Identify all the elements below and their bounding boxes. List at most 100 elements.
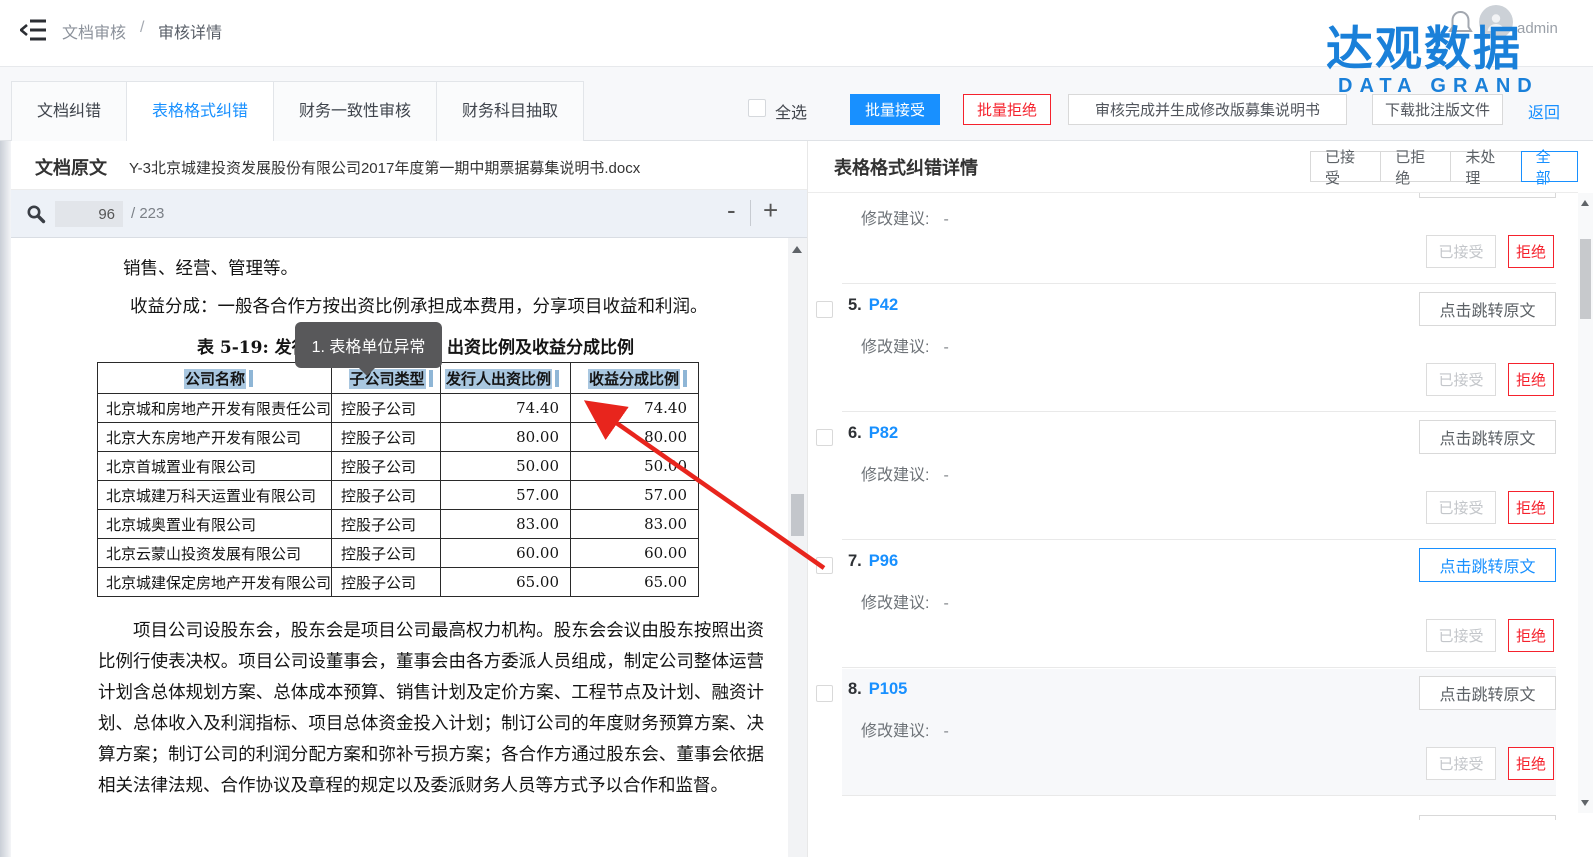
item-checkbox[interactable]	[816, 429, 833, 446]
detail-panel-header: 表格格式纠错详情 已接受 已拒绝 未处理 全部	[808, 141, 1578, 193]
document-panel-title: 文档原文	[35, 154, 107, 180]
table-row: 北京城建万科天运置业有限公司控股子公司 57.0057.00	[98, 481, 699, 510]
tab-finance-subject-extraction[interactable]: 财务科目抽取	[436, 81, 584, 141]
accepted-button[interactable]: 已接受	[1426, 491, 1496, 524]
batch-reject-button[interactable]: 批量拒绝	[963, 94, 1051, 125]
reject-button[interactable]: 拒绝	[1508, 747, 1554, 780]
filter-rejected[interactable]: 已拒绝	[1380, 151, 1451, 182]
datagrand-logo-en: DATA GRAND	[1338, 75, 1539, 98]
reject-button[interactable]: 拒绝	[1508, 491, 1554, 524]
table-row: 北京大东房地产开发有限公司控股子公司 80.0080.00	[98, 423, 699, 452]
item-checkbox[interactable]	[816, 557, 833, 574]
breadcrumb-current: 审核详情	[158, 19, 222, 43]
document-panel-header: 文档原文 Y-3北京城建投资发展股份有限公司2017年度第一期中期票据募集说明书…	[11, 141, 807, 190]
item-index: 8.	[848, 680, 862, 698]
item-title: 8. P105	[848, 680, 907, 699]
suggestion-row: 修改建议:-	[861, 333, 949, 357]
jump-to-source-button[interactable]: 点击跳转原文	[1419, 420, 1556, 454]
detail-panel-title: 表格格式纠错详情	[834, 154, 978, 180]
scrollbar-thumb[interactable]	[1580, 239, 1591, 319]
table-row: 北京城和房地产开发有限责任公司控股子公司 74.4074.40	[98, 394, 699, 423]
table-header-cell: 发行人出资比例	[445, 369, 552, 389]
suggestion-value: -	[943, 467, 948, 484]
table-header-cell: 公司名称	[184, 369, 246, 389]
back-link[interactable]: 返回	[1528, 99, 1560, 123]
next-item-button-edge	[1419, 815, 1556, 820]
suggestion-row: 修改建议:-	[861, 717, 949, 741]
document-scrollbar[interactable]	[788, 238, 807, 857]
item-index: 7.	[848, 552, 862, 570]
page-total-label: / 223	[131, 205, 164, 222]
document-filename: Y-3北京城建投资发展股份有限公司2017年度第一期中期票据募集说明书.docx	[129, 157, 640, 178]
datagrand-logo-cn: 达观数据	[1326, 10, 1522, 79]
suggestion-label: 修改建议:	[861, 467, 929, 484]
zoom-out-button[interactable]: -	[727, 195, 736, 226]
username-label: admin	[1517, 20, 1558, 37]
accepted-button[interactable]: 已接受	[1426, 363, 1496, 396]
annotation-caret	[683, 370, 687, 387]
list-item-partial: 点击跳转原文 修改建议:- 已接受 拒绝	[808, 193, 1579, 285]
breadcrumb-parent[interactable]: 文档审核	[62, 19, 126, 43]
document-panel: 文档原文 Y-3北京城建投资发展股份有限公司2017年度第一期中期票据募集说明书…	[11, 141, 807, 857]
annotation-caret	[429, 370, 433, 387]
suggestion-row: 修改建议:-	[861, 589, 949, 613]
item-checkbox[interactable]	[816, 301, 833, 318]
reject-button[interactable]: 拒绝	[1508, 235, 1554, 268]
jump-to-source-button[interactable]: 点击跳转原文	[1419, 292, 1556, 326]
magnifier-icon	[26, 204, 46, 229]
list-item: 6.P82 点击跳转原文 修改建议:- 已接受 拒绝	[808, 413, 1579, 541]
error-tooltip: 1. 表格单位异常	[295, 322, 442, 368]
suggestion-label: 修改建议:	[861, 339, 929, 356]
status-filter-group: 已接受 已拒绝 未处理 全部	[1311, 151, 1578, 182]
accepted-button[interactable]: 已接受	[1426, 619, 1496, 652]
scrollbar-thumb[interactable]	[791, 494, 804, 536]
scroll-down-arrow-icon[interactable]	[1581, 800, 1589, 806]
select-all-label: 全选	[775, 99, 807, 123]
item-page-link[interactable]: P42	[869, 296, 898, 314]
filter-unprocessed[interactable]: 未处理	[1450, 151, 1521, 182]
tab-finance-consistency[interactable]: 财务一致性审核	[273, 81, 437, 141]
select-all-checkbox[interactable]	[748, 99, 766, 117]
reject-button[interactable]: 拒绝	[1508, 363, 1554, 396]
item-title: 7. P96	[848, 552, 898, 571]
table-row: 北京城奥置业有限公司控股子公司 83.0083.00	[98, 510, 699, 539]
scroll-up-arrow-icon[interactable]	[1581, 200, 1589, 206]
breadcrumb-separator: /	[140, 19, 144, 37]
doc-text-line: 收益分成：一般各合作方按出资比例承担成本费用，分享项目收益和利润。	[130, 293, 708, 318]
filter-accepted[interactable]: 已接受	[1310, 151, 1381, 182]
jump-to-source-button-active[interactable]: 点击跳转原文	[1419, 548, 1556, 582]
jump-to-source-button[interactable]: 点击跳转原文	[1419, 676, 1556, 710]
suggestion-label: 修改建议:	[861, 595, 929, 612]
list-item-current: 7. P96 点击跳转原文 修改建议:- 已接受 拒绝	[808, 541, 1579, 669]
filter-all[interactable]: 全部	[1521, 151, 1578, 182]
item-page-link[interactable]: P105	[869, 680, 908, 698]
tab-table-format-correction[interactable]: 表格格式纠错	[126, 81, 274, 141]
jump-to-source-button[interactable]: 点击跳转原文	[1419, 193, 1556, 198]
finish-generate-button[interactable]: 审核完成并生成修改版募集说明书	[1068, 94, 1347, 125]
item-page-link[interactable]: P82	[869, 424, 898, 442]
suggestion-value: -	[943, 339, 948, 356]
accepted-button[interactable]: 已接受	[1426, 747, 1496, 780]
accepted-button[interactable]: 已接受	[1426, 235, 1496, 268]
page-number-input[interactable]	[55, 201, 123, 227]
suggestion-label: 修改建议:	[861, 723, 929, 740]
app-window: 文档审核 / 审核详情 admin 达观数据 DATA GRAND 文档纠错 表…	[0, 0, 1593, 857]
item-checkbox[interactable]	[816, 685, 833, 702]
reject-button[interactable]: 拒绝	[1508, 619, 1554, 652]
suggestion-value: -	[943, 723, 948, 740]
list-item: 8. P105 点击跳转原文 修改建议:- 已接受 拒绝	[808, 669, 1579, 797]
batch-accept-button[interactable]: 批量接受	[850, 94, 940, 125]
detail-list-scrollbar[interactable]	[1578, 193, 1593, 813]
table-caption-right: 出资比例及收益分成比例	[447, 333, 634, 358]
zoom-separator	[750, 200, 751, 226]
list-item: 5.P42 点击跳转原文 修改建议:- 已接受 拒绝	[808, 285, 1579, 413]
scroll-up-arrow-icon[interactable]	[792, 246, 802, 253]
zoom-in-button[interactable]: +	[763, 195, 778, 226]
tab-doc-correction[interactable]: 文档纠错	[11, 81, 127, 141]
tabs: 文档纠错 表格格式纠错 财务一致性审核 财务科目抽取	[12, 81, 584, 141]
item-page-link[interactable]: P96	[869, 552, 898, 570]
collapse-menu-icon[interactable]	[20, 17, 50, 43]
document-page[interactable]: 销售、经营、管理等。 收益分成：一般各合作方按出资比例承担成本费用，分享项目收益…	[11, 238, 788, 857]
download-annotated-button[interactable]: 下载批注版文件	[1372, 94, 1503, 125]
table-header-cell: 收益分成比例	[588, 369, 680, 389]
